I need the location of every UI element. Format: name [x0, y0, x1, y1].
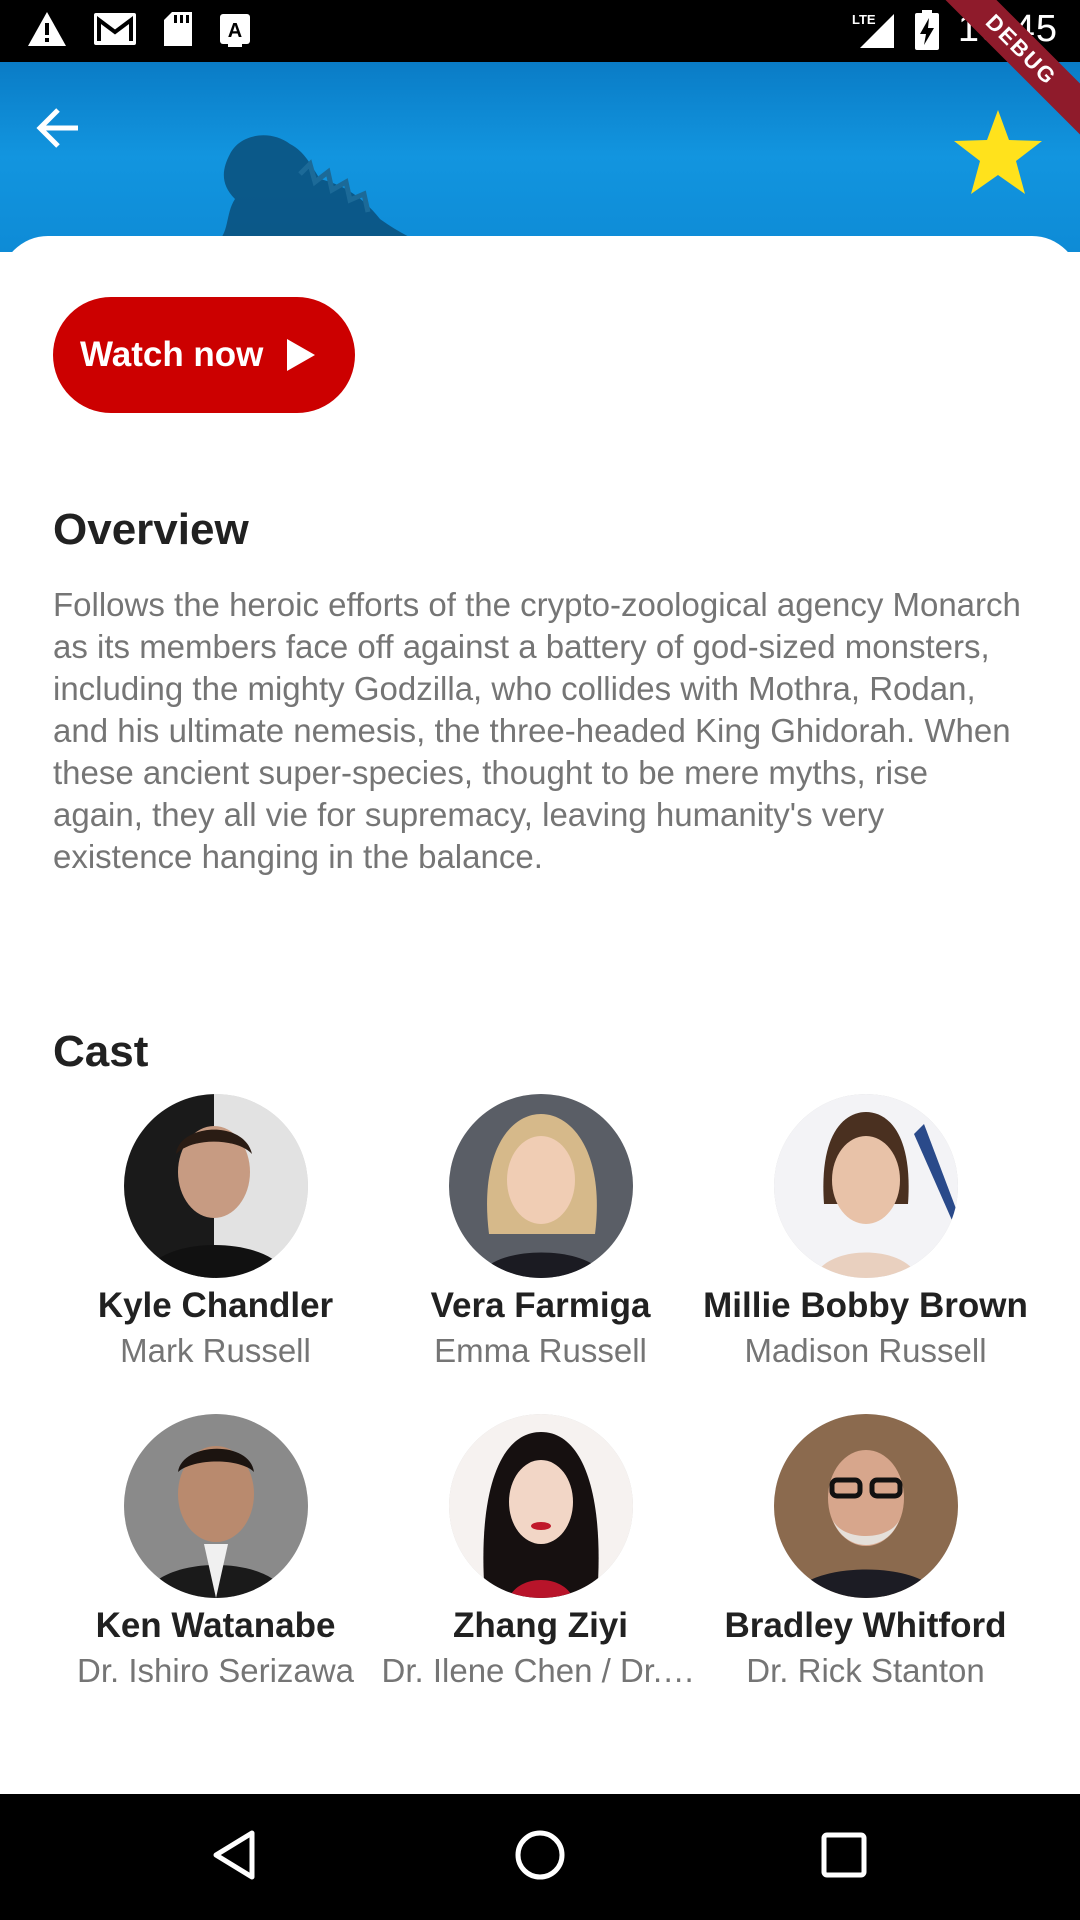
cast-card[interactable]: Bradley Whitford Dr. Rick Stanton	[703, 1414, 1028, 1690]
cast-card[interactable]: Vera Farmiga Emma Russell	[378, 1094, 703, 1370]
back-button[interactable]	[30, 100, 86, 156]
play-icon	[287, 339, 316, 371]
cast-name: Bradley Whitford	[724, 1606, 1007, 1645]
cast-role: Dr. Ishiro Serizawa	[77, 1652, 354, 1689]
cast-role: Emma Russell	[434, 1332, 647, 1369]
svg-text:LTE: LTE	[852, 12, 876, 27]
back-triangle-icon	[213, 1830, 255, 1880]
backdrop-image	[0, 62, 1080, 252]
cast-name: Vera Farmiga	[430, 1286, 651, 1325]
cast-name: Ken Watanabe	[95, 1606, 336, 1645]
overview-heading: Overview	[53, 505, 249, 554]
arrow-back-icon	[36, 108, 78, 148]
cast-role: Dr. Rick Stanton	[746, 1652, 985, 1689]
cast-name: Millie Bobby Brown	[703, 1286, 1028, 1325]
cast-card[interactable]: Millie Bobby Brown Madison Russell	[703, 1094, 1028, 1370]
recents-square-icon	[821, 1832, 867, 1878]
home-circle-icon	[515, 1830, 565, 1880]
cast-name: Kyle Chandler	[97, 1286, 334, 1325]
cast-heading: Cast	[53, 1027, 149, 1076]
cast-role: Dr. Ilene Chen / Dr. Ling Chen	[381, 1652, 700, 1689]
signal-icon: LTE	[852, 12, 894, 48]
star-icon	[954, 110, 1042, 194]
watch-now-label: Watch now	[80, 335, 264, 374]
cast-card[interactable]: Zhang Ziyi Dr. Ilene Chen / Dr. Ling Che…	[378, 1414, 703, 1690]
nav-back-button[interactable]	[210, 1827, 258, 1888]
cast-photo	[448, 1094, 633, 1278]
overview-text: Follows the heroic efforts of the crypto…	[53, 586, 1021, 875]
cast-name: Zhang Ziyi	[453, 1606, 628, 1645]
cast-photo	[123, 1094, 308, 1278]
cast-photo	[773, 1414, 958, 1598]
battery-charging-icon	[914, 9, 939, 50]
cast-grid: Kyle Chandler Mark Russell Vera Farmiga …	[53, 1094, 1028, 1690]
navigation-bar	[0, 1794, 1080, 1920]
warning-icon	[28, 12, 66, 46]
cast-photo	[448, 1414, 633, 1598]
nav-recents-button[interactable]	[818, 1827, 870, 1888]
cast-card[interactable]: Ken Watanabe Dr. Ishiro Serizawa	[53, 1414, 378, 1690]
gmail-icon	[94, 13, 136, 45]
sd-card-icon	[164, 12, 192, 46]
favorite-button[interactable]	[952, 108, 1044, 196]
status-left-icons: A	[26, 10, 252, 48]
svg-text:A: A	[228, 20, 242, 42]
cast-card[interactable]: Kyle Chandler Mark Russell	[53, 1094, 378, 1370]
watch-now-button[interactable]: Watch now	[53, 297, 355, 413]
cast-photo	[773, 1094, 958, 1278]
status-bar: A LTE 10:45	[0, 0, 1080, 62]
godzilla-silhouette	[213, 135, 438, 252]
cast-photo	[123, 1414, 308, 1598]
cast-role: Madison Russell	[744, 1332, 987, 1369]
nav-home-button[interactable]	[512, 1827, 568, 1888]
app-a-icon: A	[220, 14, 250, 47]
cast-role: Mark Russell	[120, 1332, 311, 1369]
